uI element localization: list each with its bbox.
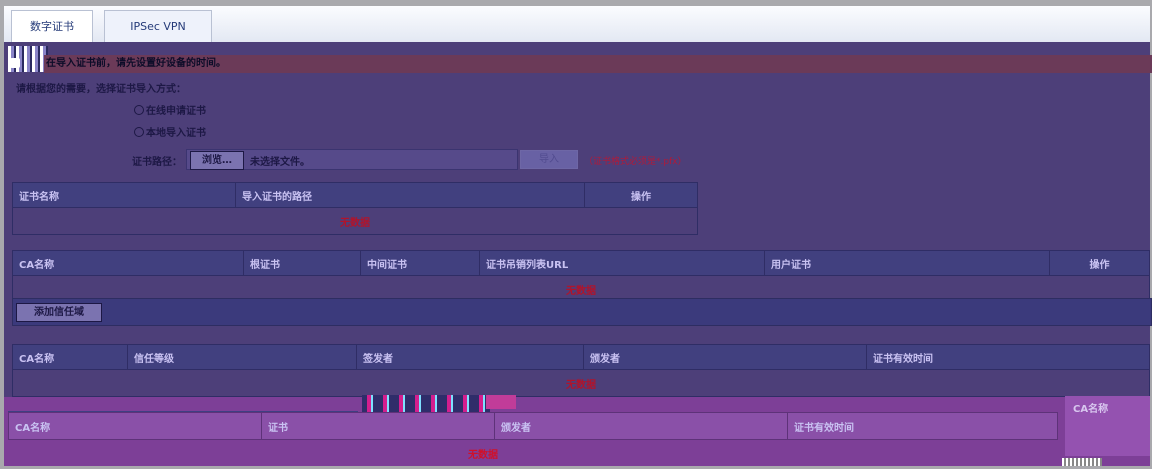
column-header: 证书有效时间 (787, 412, 1058, 440)
column-header: 中间证书 (360, 250, 480, 276)
column-header: 导入证书的路径 (235, 182, 585, 208)
column-header: 证书有效时间 (866, 344, 1150, 370)
column-header: 信任等级 (127, 344, 357, 370)
browse-button[interactable]: 浏览… (190, 151, 244, 170)
tab-digital-certificate[interactable]: 数字证书 (11, 10, 93, 43)
content-panel: 在导入证书前，请先设置好设备的时间。 请根据您的需要，选择证书导入方式： 在线申… (4, 42, 1152, 397)
radio-apply[interactable]: 在线申请证书 (134, 102, 206, 117)
add-trust-domain-button[interactable]: 添加信任域 (16, 303, 102, 322)
column-header: 颁发者 (494, 412, 788, 440)
empty-row: 无数据 (12, 369, 1150, 397)
import-prompt: 请根据您的需要，选择证书导入方式： (16, 84, 186, 95)
column-header: 签发者 (356, 344, 584, 370)
lower-empty-text: 无数据 (468, 450, 498, 461)
info-icon (10, 58, 20, 68)
column-header: 证书吊销列表URL (479, 250, 765, 276)
import-button[interactable]: 导入 (520, 150, 578, 169)
right-panel: CA名称 (1065, 396, 1150, 456)
resize-handle[interactable] (1062, 458, 1102, 466)
empty-row: 无数据 (12, 207, 698, 235)
render-glitch (486, 395, 516, 409)
radio-local-label: 本地导入证书 (146, 128, 206, 139)
column-header: 颁发者 (583, 344, 867, 370)
column-header: CA名称 (12, 344, 128, 370)
column-header: 证书名称 (12, 182, 236, 208)
column-header: 操作 (584, 182, 698, 208)
radio-apply-label: 在线申请证书 (146, 106, 206, 117)
column-header: 证书 (261, 412, 495, 440)
file-status: 未选择文件。 (250, 157, 310, 168)
lower-table: CA名称 证书 颁发者 证书有效时间 (8, 412, 1058, 440)
trust-table: CA名称 信任等级 签发者 颁发者 证书有效时间 无数据 (12, 344, 1150, 397)
tab-ipsec-vpn[interactable]: IPSec VPN (104, 10, 212, 43)
column-header: 用户证书 (764, 250, 1050, 276)
radio-icon[interactable] (134, 105, 144, 115)
tab-bar: 数字证书 IPSec VPN (4, 6, 1150, 43)
column-header: CA名称 (8, 412, 262, 440)
cert-table: 证书名称 导入证书的路径 操作 无数据 (12, 182, 698, 235)
radio-local[interactable]: 本地导入证书 (134, 124, 206, 139)
column-header: CA名称 (12, 250, 244, 276)
path-label: 证书路径： (132, 157, 182, 168)
toolbar (12, 298, 1152, 326)
right-panel-label: CA名称 (1073, 404, 1109, 415)
column-header: 根证书 (243, 250, 361, 276)
format-hint: （证书格式必须是*.pfx） (584, 157, 687, 167)
notice-banner: 在导入证书前，请先设置好设备的时间。 (44, 55, 1152, 73)
radio-icon[interactable] (134, 127, 144, 137)
column-header: 操作 (1049, 250, 1150, 276)
ca-table: CA名称 根证书 中间证书 证书吊销列表URL 用户证书 操作 无数据 (12, 250, 1150, 303)
